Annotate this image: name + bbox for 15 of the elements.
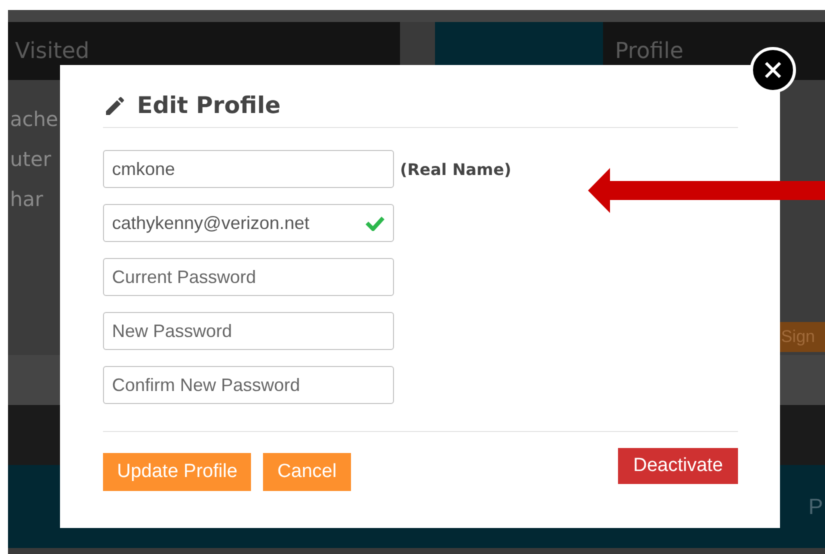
input-field[interactable]: New Password	[103, 312, 394, 350]
band-text: P	[808, 494, 824, 520]
list-text: ache	[10, 106, 58, 132]
input-field[interactable]: cathykenny@verizon.net	[103, 204, 394, 242]
list-text: har	[10, 186, 44, 212]
deactivate-button[interactable]: Deactivate	[618, 448, 738, 484]
input-field[interactable]: Current Password	[103, 258, 394, 296]
dialog-title: Edit Profile	[137, 93, 281, 119]
list-text: uter	[10, 146, 52, 172]
field-note: (Real Name)	[400, 160, 512, 178]
input-field[interactable]: cmkone	[103, 150, 394, 188]
close-button[interactable]	[750, 47, 796, 93]
check-icon	[365, 215, 385, 231]
input-field[interactable]: Confirm New Password	[103, 366, 394, 404]
pencil-icon	[103, 94, 127, 118]
